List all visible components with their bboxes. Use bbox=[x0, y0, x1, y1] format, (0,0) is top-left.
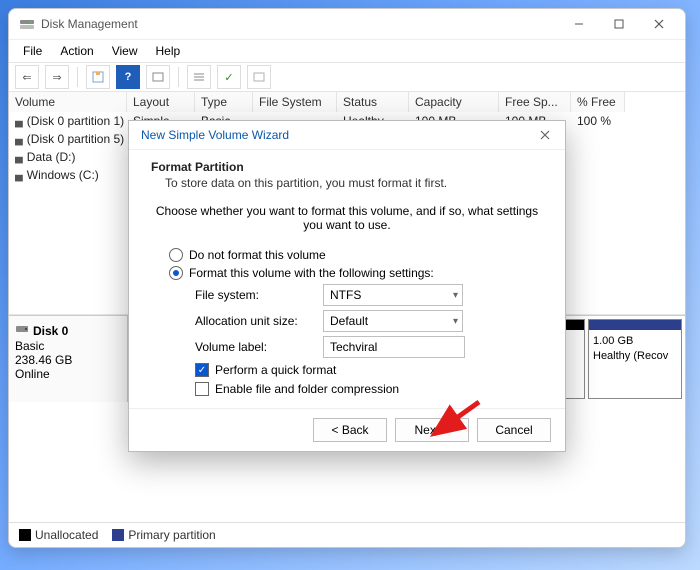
label-volume-label: Volume label: bbox=[195, 340, 323, 354]
menu-view[interactable]: View bbox=[104, 42, 146, 60]
col-volume[interactable]: Volume bbox=[9, 92, 127, 112]
toolbar: ⇐ ⇒ ? ✓ bbox=[9, 63, 685, 92]
forward-icon[interactable]: ⇒ bbox=[45, 65, 69, 89]
new-simple-volume-wizard: New Simple Volume Wizard Format Partitio… bbox=[128, 120, 566, 452]
settings-icon[interactable] bbox=[146, 65, 170, 89]
checkbox-label: Perform a quick format bbox=[215, 363, 336, 377]
col-layout[interactable]: Layout bbox=[127, 92, 195, 112]
app-icon bbox=[19, 16, 35, 32]
radio-do-not-format[interactable]: Do not format this volume bbox=[169, 248, 543, 262]
legend-primary: Primary partition bbox=[112, 528, 215, 542]
back-button[interactable]: < Back bbox=[313, 418, 387, 442]
file-system-select[interactable]: NTFS ▾ bbox=[323, 284, 463, 306]
volume-label-input[interactable]: Techviral bbox=[323, 336, 465, 358]
col-free[interactable]: Free Sp... bbox=[499, 92, 571, 112]
partition-colorbar bbox=[589, 320, 681, 330]
menu-file[interactable]: File bbox=[15, 42, 50, 60]
chevron-down-icon: ▾ bbox=[453, 316, 458, 327]
dialog-title: New Simple Volume Wizard bbox=[141, 128, 533, 142]
partition-status: Healthy (Recov bbox=[593, 349, 677, 364]
refresh-icon[interactable] bbox=[86, 65, 110, 89]
toolbar-separator bbox=[77, 67, 78, 87]
toolbar-separator bbox=[178, 67, 179, 87]
col-type[interactable]: Type bbox=[195, 92, 253, 112]
menubar: File Action View Help bbox=[9, 40, 685, 63]
partition-size: 1.00 GB bbox=[593, 334, 677, 349]
select-value: NTFS bbox=[330, 288, 361, 302]
window-title: Disk Management bbox=[41, 17, 559, 31]
drive-icon: ▄ bbox=[15, 133, 23, 145]
col-cap[interactable]: Capacity bbox=[409, 92, 499, 112]
dialog-titlebar: New Simple Volume Wizard bbox=[129, 121, 565, 150]
chevron-down-icon: ▾ bbox=[453, 290, 458, 301]
cell: Windows (C:) bbox=[27, 168, 99, 182]
drive-icon: ▄ bbox=[15, 115, 23, 127]
menu-action[interactable]: Action bbox=[52, 42, 101, 60]
close-button[interactable] bbox=[639, 10, 679, 38]
cancel-button[interactable]: Cancel bbox=[477, 418, 551, 442]
col-fs[interactable]: File System bbox=[253, 92, 337, 112]
select-value: Default bbox=[330, 314, 368, 328]
legend: Unallocated Primary partition bbox=[9, 522, 685, 547]
radio-icon bbox=[169, 266, 183, 280]
allocation-select[interactable]: Default ▾ bbox=[323, 310, 463, 332]
cell: (Disk 0 partition 5) bbox=[27, 132, 124, 146]
disk-type: Basic bbox=[15, 339, 121, 353]
radio-label: Format this volume with the following se… bbox=[189, 266, 434, 280]
disk-icon bbox=[15, 322, 29, 339]
dialog-intro: Choose whether you want to format this v… bbox=[151, 204, 543, 232]
disk-name: Disk 0 bbox=[33, 324, 68, 338]
check-icon[interactable]: ✓ bbox=[217, 65, 241, 89]
cell: 100 % bbox=[571, 112, 625, 130]
disk-status: Online bbox=[15, 367, 121, 381]
checkbox-icon bbox=[195, 382, 209, 396]
dialog-body: Format Partition To store data on this p… bbox=[129, 150, 565, 408]
dialog-subheading: To store data on this partition, you mus… bbox=[165, 176, 543, 190]
help-icon[interactable]: ? bbox=[116, 65, 140, 89]
radio-icon bbox=[169, 248, 183, 262]
swatch-black bbox=[19, 529, 31, 541]
next-button[interactable]: Next > bbox=[395, 418, 469, 442]
cell: Data (D:) bbox=[27, 150, 76, 164]
legend-unallocated: Unallocated bbox=[19, 528, 98, 542]
list-icon[interactable] bbox=[187, 65, 211, 89]
minimize-button[interactable] bbox=[559, 10, 599, 38]
label-file-system: File system: bbox=[195, 288, 323, 302]
dialog-heading: Format Partition bbox=[151, 160, 543, 174]
back-icon[interactable]: ⇐ bbox=[15, 65, 39, 89]
table-header: Volume Layout Type File System Status Ca… bbox=[9, 92, 685, 112]
col-pct[interactable]: % Free bbox=[571, 92, 625, 112]
menu-help[interactable]: Help bbox=[148, 42, 189, 60]
input-value: Techviral bbox=[330, 340, 377, 354]
label-allocation: Allocation unit size: bbox=[195, 314, 323, 328]
drive-icon: ▄ bbox=[15, 151, 23, 163]
swatch-blue bbox=[112, 529, 124, 541]
partition-block[interactable]: 1.00 GB Healthy (Recov bbox=[588, 319, 682, 399]
checkbox-label: Enable file and folder compression bbox=[215, 382, 399, 396]
radio-label: Do not format this volume bbox=[189, 248, 326, 262]
drive-icon: ▄ bbox=[15, 169, 23, 181]
disk-size: 238.46 GB bbox=[15, 353, 121, 367]
col-status[interactable]: Status bbox=[337, 92, 409, 112]
titlebar: Disk Management bbox=[9, 9, 685, 40]
dialog-buttons: < Back Next > Cancel bbox=[129, 408, 565, 451]
radio-format-volume[interactable]: Format this volume with the following se… bbox=[169, 266, 543, 280]
checkbox-compression[interactable]: Enable file and folder compression bbox=[195, 382, 543, 396]
checkbox-icon: ✓ bbox=[195, 363, 209, 377]
disk-info[interactable]: Disk 0 Basic 238.46 GB Online bbox=[9, 316, 128, 402]
cell: (Disk 0 partition 1) bbox=[27, 114, 124, 128]
properties-icon[interactable] bbox=[247, 65, 271, 89]
checkbox-quick-format[interactable]: ✓ Perform a quick format bbox=[195, 363, 543, 377]
dialog-close-button[interactable] bbox=[533, 125, 557, 145]
maximize-button[interactable] bbox=[599, 10, 639, 38]
